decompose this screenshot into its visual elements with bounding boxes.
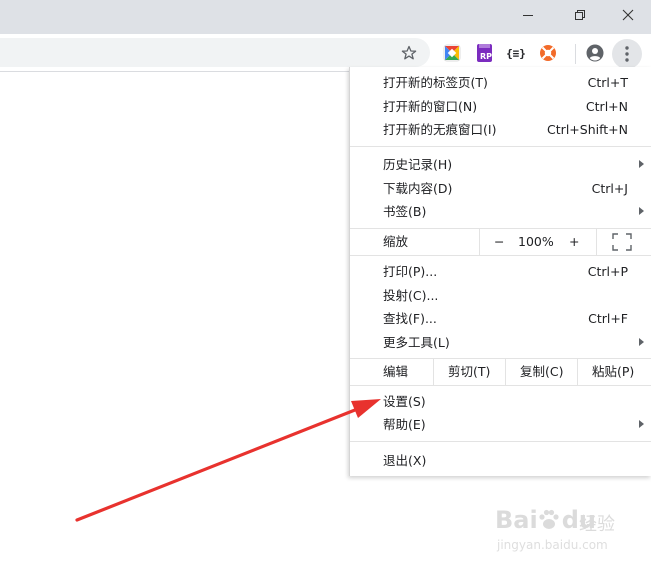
- restore-button[interactable]: [557, 0, 603, 30]
- star-icon: [401, 45, 417, 60]
- extension-orange-button[interactable]: [535, 40, 561, 66]
- menu-item-shortcut: Ctrl+Shift+N: [547, 122, 628, 137]
- bookmark-star-button[interactable]: [396, 40, 422, 66]
- more-vertical-icon: [625, 46, 629, 62]
- menu-item-label: 打开新的无痕窗口(I): [383, 122, 497, 137]
- menu-item-downloads[interactable]: 下载内容(D) Ctrl+J: [350, 177, 651, 200]
- menu-item-label: 更多工具(L): [383, 335, 450, 350]
- paw-icon: [539, 509, 559, 529]
- menu-item-shortcut: Ctrl+P: [587, 264, 628, 279]
- menu-item-label: 查找(F)...: [383, 311, 437, 326]
- menu-item-shortcut: Ctrl+T: [587, 75, 628, 90]
- menu-item-new-window[interactable]: 打开新的窗口(N) Ctrl+N: [350, 95, 651, 118]
- orange-circle-extension-icon: [540, 45, 556, 61]
- title-bar: [0, 0, 651, 34]
- baidu-jingyan-watermark: Bai du 经验 jingyan.baidu.com: [495, 500, 645, 555]
- submenu-arrow-icon: [639, 207, 644, 215]
- fullscreen-icon: [612, 233, 632, 251]
- minimize-icon: [523, 15, 533, 16]
- menu-item-label: 历史记录(H): [383, 157, 453, 172]
- menu-item-shortcut: Ctrl+J: [591, 181, 628, 196]
- zoom-in-button[interactable]: +: [569, 229, 579, 255]
- watermark-url: jingyan.baidu.com: [497, 538, 608, 552]
- submenu-arrow-icon: [639, 338, 644, 346]
- menu-item-shortcut: Ctrl+F: [588, 311, 628, 326]
- menu-item-new-incognito-window[interactable]: 打开新的无痕窗口(I) Ctrl+Shift+N: [350, 118, 651, 141]
- submenu-arrow-icon: [639, 160, 644, 168]
- menu-item-settings[interactable]: 设置(S): [350, 390, 651, 413]
- extension-json-button[interactable]: {≡}: [503, 40, 529, 66]
- close-icon: [622, 9, 634, 21]
- fullscreen-button[interactable]: [612, 233, 632, 251]
- menu-item-label: 打开新的窗口(N): [383, 99, 478, 114]
- divider: [433, 359, 434, 385]
- rp-extension-icon: RP: [477, 44, 492, 62]
- menu-item-label: 帮助(E): [383, 417, 426, 432]
- menu-item-new-tab[interactable]: 打开新的标签页(T) Ctrl+T: [350, 71, 651, 94]
- copy-button[interactable]: 复制(C): [520, 359, 563, 385]
- edit-row: 编辑 剪切(T) 复制(C) 粘贴(P): [350, 358, 651, 386]
- submenu-arrow-icon: [639, 420, 644, 428]
- cut-button[interactable]: 剪切(T): [448, 359, 490, 385]
- json-extension-icon: {≡}: [506, 46, 526, 60]
- menu-item-label: 退出(X): [383, 453, 427, 468]
- profile-button[interactable]: [582, 40, 608, 66]
- menu-item-find[interactable]: 查找(F)... Ctrl+F: [350, 307, 651, 330]
- divider: [479, 229, 480, 255]
- extension-rp-button[interactable]: RP: [472, 40, 498, 66]
- zoom-label: 缩放: [383, 234, 409, 249]
- menu-item-help[interactable]: 帮助(E): [350, 413, 651, 436]
- extension-colorful-button[interactable]: [439, 40, 465, 66]
- colorful-square-extension-icon: [443, 44, 461, 62]
- address-bar[interactable]: [0, 38, 430, 67]
- account-icon: [586, 44, 604, 62]
- edit-label: 编辑: [383, 364, 409, 379]
- zoom-level-value: 100%: [518, 234, 554, 249]
- menu-item-print[interactable]: 打印(P)... Ctrl+P: [350, 260, 651, 283]
- restore-icon: [575, 10, 585, 20]
- menu-item-label: 下载内容(D): [383, 181, 453, 196]
- divider: [596, 229, 597, 255]
- menu-item-more-tools[interactable]: 更多工具(L): [350, 331, 651, 354]
- menu-item-exit[interactable]: 退出(X): [350, 449, 651, 472]
- menu-item-label: 投射(C)...: [383, 288, 439, 303]
- minimize-button[interactable]: [505, 0, 551, 30]
- menu-item-bookmarks[interactable]: 书签(B): [350, 200, 651, 223]
- menu-item-cast[interactable]: 投射(C)...: [350, 284, 651, 307]
- svg-text:RP: RP: [480, 52, 492, 61]
- chrome-main-menu: 打开新的标签页(T) Ctrl+T 打开新的窗口(N) Ctrl+N 打开新的无…: [349, 67, 651, 476]
- divider: [577, 359, 578, 385]
- menu-item-shortcut: Ctrl+N: [585, 99, 628, 114]
- watermark-text: 经验: [579, 514, 615, 535]
- menu-item-label: 设置(S): [383, 394, 426, 409]
- menu-item-history[interactable]: 历史记录(H): [350, 153, 651, 176]
- menu-item-label: 打开新的标签页(T): [383, 75, 488, 90]
- menu-item-label: 书签(B): [383, 204, 427, 219]
- zoom-row: 缩放 − 100% +: [350, 228, 651, 256]
- close-button[interactable]: [605, 0, 651, 30]
- divider: [505, 359, 506, 385]
- menu-separator: [350, 441, 651, 442]
- paste-button[interactable]: 粘贴(P): [592, 359, 634, 385]
- toolbar-separator: [575, 44, 576, 64]
- menu-item-label: 打印(P)...: [383, 264, 438, 279]
- menu-separator: [350, 146, 651, 147]
- zoom-out-button[interactable]: −: [494, 229, 504, 255]
